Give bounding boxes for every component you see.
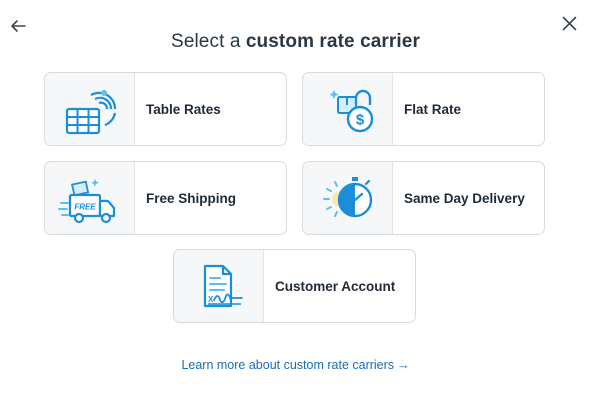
stopwatch-icon	[322, 177, 372, 218]
card-icon-area	[303, 162, 393, 234]
learn-more-link[interactable]: Learn more about custom rate carriers →	[0, 358, 591, 372]
card-same-day-delivery[interactable]: Same Day Delivery	[302, 161, 545, 235]
title-prefix: Select a	[171, 31, 246, 52]
page-title: Select a custom rate carrier	[0, 31, 591, 53]
card-icon-area: X	[174, 250, 264, 322]
card-icon-area: FREE	[45, 162, 135, 234]
free-shipping-truck-icon: FREE	[57, 179, 115, 224]
card-label: Same Day Delivery	[404, 190, 525, 206]
card-label: Table Rates	[146, 101, 221, 117]
svg-text:$: $	[355, 112, 364, 129]
signature-x-text: X	[208, 295, 214, 304]
card-label: Flat Rate	[404, 101, 462, 117]
signed-document-icon: X	[203, 264, 243, 308]
title-bold: custom rate carrier	[245, 31, 420, 52]
flat-rate-lock-icon: $	[329, 89, 373, 133]
card-icon-area: $	[303, 73, 393, 145]
card-customer-account[interactable]: X Customer Account	[173, 249, 416, 323]
free-badge-text: FREE	[74, 203, 96, 212]
card-flat-rate[interactable]: $ Flat Rate	[302, 72, 545, 146]
card-label: Free Shipping	[146, 190, 237, 206]
table-rates-icon	[65, 90, 116, 135]
card-table-rates[interactable]: Table Rates	[44, 72, 287, 146]
arrow-right-icon: →	[397, 358, 410, 372]
card-free-shipping[interactable]: FREE Free Shipping	[44, 161, 287, 235]
card-label: Customer Account	[275, 278, 396, 294]
card-icon-area	[45, 73, 135, 145]
carrier-modal: Select a custom rate carrier Table Rates…	[0, 0, 591, 413]
close-icon	[562, 16, 576, 30]
learn-more-text: Learn more about custom rate carriers	[181, 358, 395, 372]
